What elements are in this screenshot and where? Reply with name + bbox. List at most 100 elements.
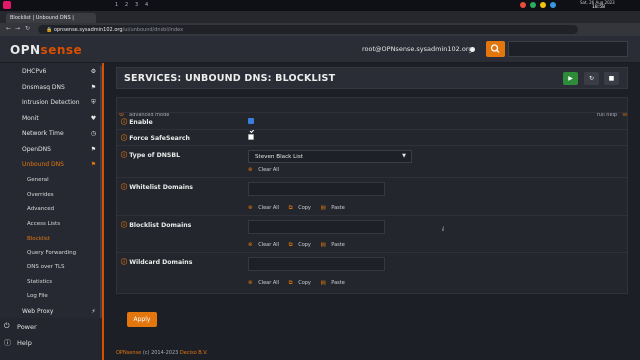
heartbeat-icon: ♥ (90, 115, 97, 122)
tray-icon[interactable] (550, 2, 556, 8)
footer-brand-link[interactable]: OPNsense (116, 350, 141, 356)
power-icon: ⏻ (4, 322, 10, 330)
paste-whitelist[interactable]: ▤ Paste (320, 205, 348, 211)
clear-icon: ⊗ (248, 167, 253, 173)
copy-wildcard[interactable]: ⧉ Copy (289, 280, 315, 286)
search-button[interactable] (486, 41, 505, 57)
clear-icon: ⊗ (248, 205, 253, 211)
clear-all-wildcard[interactable]: ⊗ Clear All (248, 280, 283, 286)
reload-icon[interactable]: ↻ (25, 25, 30, 32)
sidebar-help[interactable]: Help (17, 339, 32, 347)
sidebar-sub-general[interactable]: General (27, 177, 49, 183)
safesearch-checkbox[interactable] (248, 134, 254, 140)
shield-icon: ⛨ (91, 99, 96, 106)
theme-toggle[interactable] (470, 47, 475, 52)
wildcard-actions: ⊗ Clear All ⧉ Copy ▤ Paste (248, 280, 353, 287)
tags-icon: ⚑ (90, 146, 97, 153)
workspace-3[interactable]: 3 (135, 2, 138, 8)
divider (117, 177, 627, 178)
apply-button[interactable]: Apply (127, 312, 157, 327)
restart-service-button[interactable]: ↻ (584, 72, 599, 85)
divider (117, 252, 627, 253)
whitelist-actions: ⊗ Clear All ⧉ Copy ▤ Paste (248, 205, 353, 212)
paste-wildcard[interactable]: ▤ Paste (320, 280, 348, 286)
clear-all-blocklist[interactable]: ⊗ Clear All (248, 242, 283, 248)
paste-icon: ▤ (320, 205, 326, 211)
paste-icon: ▤ (320, 242, 326, 248)
back-icon[interactable]: ← (6, 25, 11, 32)
sidebar-sub-log-file[interactable]: Log File (27, 293, 48, 299)
copy-icon: ⧉ (288, 242, 293, 248)
browser-tab[interactable]: Blocklist | Unbound DNS | (6, 13, 96, 23)
divider (117, 145, 627, 146)
clear-all-whitelist[interactable]: ⊗ Clear All (248, 205, 283, 211)
tab-title: Blocklist | Unbound DNS | (10, 15, 74, 21)
clear-icon: ⊗ (248, 242, 253, 248)
enable-checkbox[interactable] (248, 118, 255, 134)
app-menu-icon[interactable] (3, 1, 11, 9)
dnsbl-selected-value: Steven Black List (255, 154, 303, 160)
workspace-2[interactable]: 2 (125, 2, 128, 8)
enable-label: ⓘ Enable (121, 119, 153, 126)
address-bar[interactable]: 🔒 opnsense.sysadmin102.org/ui/unbound/dn… (38, 25, 578, 34)
safesearch-label: ⓘ Force SafeSearch (121, 135, 190, 142)
sidebar-sub-blocklist[interactable]: Blocklist (27, 236, 50, 242)
sidebar-scrollbar[interactable] (100, 66, 102, 356)
sidebar-sub-overrides[interactable]: Overrides (27, 192, 54, 198)
chevron-down-icon: ▼ (402, 153, 406, 159)
tray-icon[interactable] (520, 2, 526, 8)
user-label[interactable]: root@OPNsense.sysadmin102.org (362, 45, 473, 53)
os-taskbar: 1 2 3 4 Sat, 26 Aug 2023 18:58 (0, 0, 640, 11)
sidebar-sub-statistics[interactable]: Statistics (27, 279, 52, 285)
paste-blocklist[interactable]: ▤ Paste (320, 242, 348, 248)
copy-icon: ⧉ (288, 280, 293, 286)
sidebar-sub-query-forwarding[interactable]: Query Forwarding (27, 250, 76, 256)
refresh-icon: ↻ (588, 75, 595, 82)
lock-icon: 🔒 (46, 27, 54, 33)
copy-blocklist[interactable]: ⧉ Copy (289, 242, 315, 248)
footer-text: (c) 2014-2023 (141, 350, 180, 356)
opnsense-logo[interactable]: OPNsense (10, 43, 82, 57)
workspace-1[interactable]: 1 (115, 2, 118, 8)
stop-service-button[interactable]: ■ (604, 72, 619, 85)
tags-icon: ⚑ (90, 84, 97, 91)
page-title: SERVICES: UNBOUND DNS: BLOCKLIST (124, 73, 336, 84)
forward-icon[interactable]: → (15, 25, 20, 32)
wildcard-input[interactable] (248, 257, 385, 271)
browser-tab-strip (0, 11, 640, 23)
tray-icon[interactable] (530, 2, 536, 8)
sidebar-sub-dns-over-tls[interactable]: DNS over TLS (27, 264, 65, 270)
copy-whitelist[interactable]: ⧉ Copy (289, 205, 315, 211)
search-input[interactable] (508, 41, 628, 57)
sidebar-power[interactable]: Power (17, 323, 37, 331)
copy-icon: ⧉ (288, 205, 293, 211)
clear-icon: ⊗ (248, 280, 253, 286)
footer-company-link[interactable]: Deciso B.V. (180, 350, 208, 356)
whitelist-input[interactable] (248, 182, 385, 196)
blocklist-input[interactable] (248, 220, 385, 234)
wildcard-label: ⓘ Wildcard Domains (121, 259, 193, 266)
dnsbl-type-select[interactable]: Steven Black List ▼ (248, 150, 412, 163)
sidebar-sub-access-lists[interactable]: Access Lists (27, 221, 60, 227)
info-icon[interactable]: ⓘ (121, 184, 127, 191)
full-help-toggle[interactable]: full help ⊜ (597, 101, 627, 120)
bolt-icon: ⚡ (91, 308, 96, 315)
info-icon[interactable]: ⓘ (121, 259, 127, 266)
start-service-button[interactable]: ▶ (563, 72, 578, 85)
info-icon[interactable]: ⓘ (121, 119, 127, 126)
info-icon[interactable]: ⓘ (121, 152, 127, 159)
workspace-4[interactable]: 4 (145, 2, 148, 8)
url-host: opnsense.sysadmin102.org (53, 27, 123, 33)
info-icon[interactable]: ⓘ (121, 135, 127, 142)
url-path: /ui/unbound/dnsbl/index (122, 27, 184, 33)
paste-icon: ▤ (320, 280, 326, 286)
tray-icon[interactable] (540, 2, 546, 8)
clock-time: 18:58 (592, 5, 605, 10)
clear-all-dnsbl[interactable]: ⊗ Clear All (248, 167, 283, 173)
divider (117, 129, 627, 130)
sidebar-sub-advanced[interactable]: Advanced (27, 206, 54, 212)
page-footer: OPNsense (c) 2014-2023 Deciso B.V. (116, 350, 208, 356)
divider (117, 215, 627, 216)
info-icon[interactable]: ⓘ (121, 222, 127, 229)
dnsbl-actions: ⊗ Clear All (248, 167, 287, 173)
